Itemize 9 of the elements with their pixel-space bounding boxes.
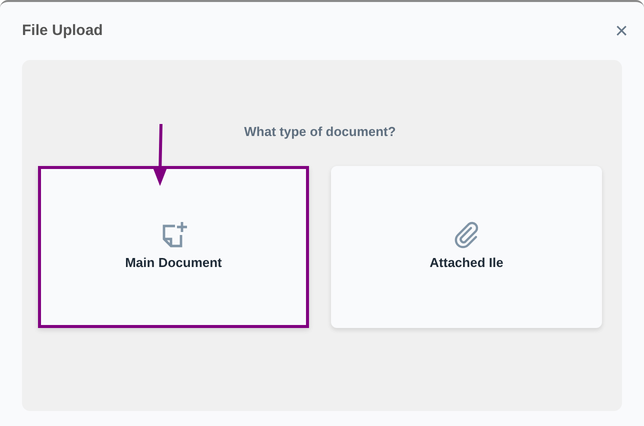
arrow <box>150 124 170 188</box>
close-button[interactable]: × <box>611 20 632 42</box>
option-card[interactable]: Attached Ile <box>331 166 602 328</box>
paperclip-icon <box>452 220 480 249</box>
option-card[interactable]: Main Document <box>38 166 309 328</box>
dialog-title: File Upload <box>22 22 103 40</box>
option-label: Attached Ile <box>430 254 504 272</box>
option-label: Main Document <box>125 254 222 272</box>
question-text: What type of document? <box>243 123 397 141</box>
